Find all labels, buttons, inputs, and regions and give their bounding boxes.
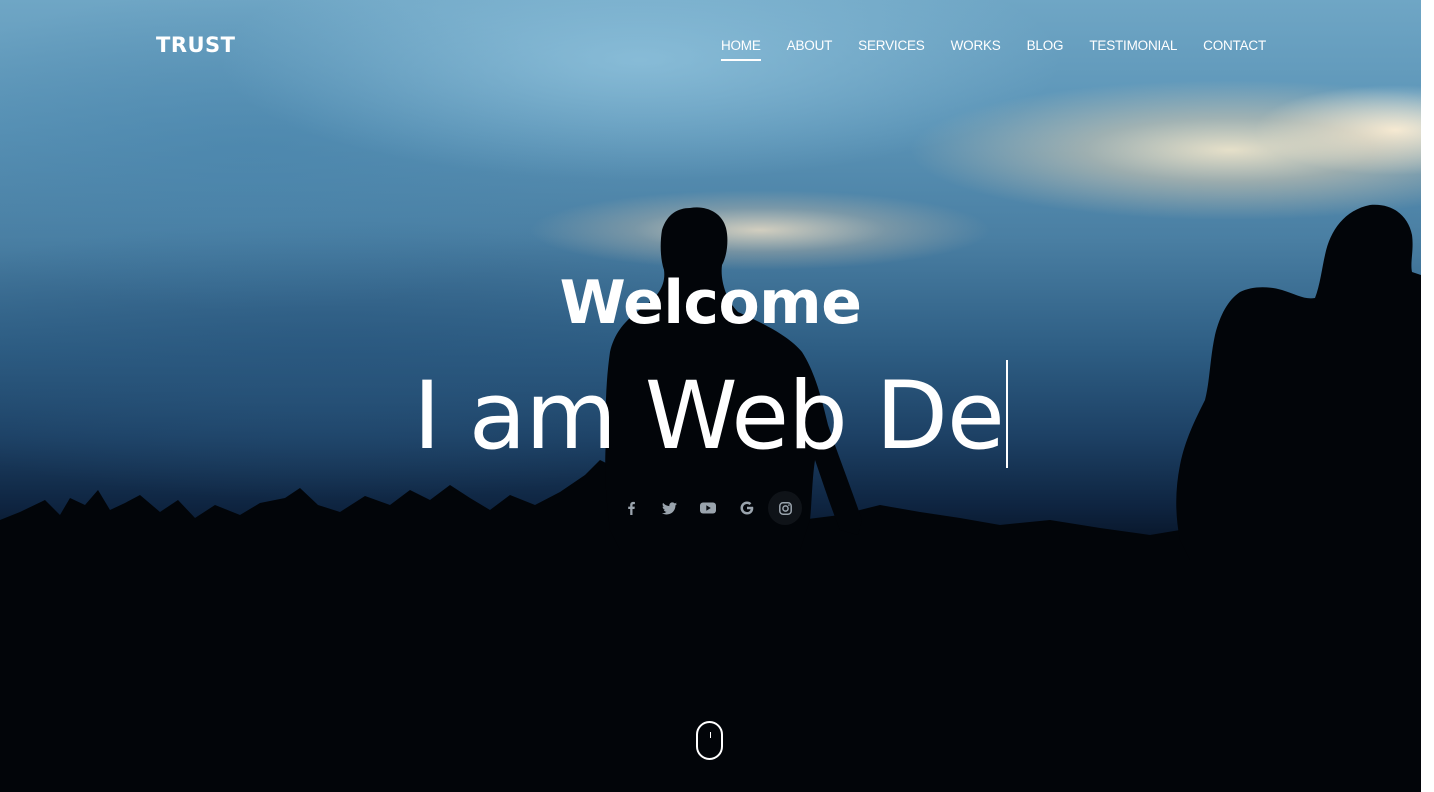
twitter-icon[interactable] (651, 490, 690, 526)
hero-typed-text: I am Web De (413, 362, 1005, 471)
nav-item-home[interactable]: HOME (720, 38, 761, 61)
nav-item-services[interactable]: SERVICES (858, 38, 925, 57)
navbar: TRUST HOME ABOUT SERVICES WORKS BLOG TES… (0, 0, 1421, 90)
hero-section: TRUST HOME ABOUT SERVICES WORKS BLOG TES… (0, 0, 1421, 792)
hero-typed-text-line: I am Web De (0, 360, 1421, 472)
nav-item-about[interactable]: ABOUT (787, 38, 833, 57)
nav-item-works[interactable]: WORKS (951, 38, 1001, 57)
hero-welcome-heading: Welcome (559, 268, 862, 338)
brand-logo[interactable]: TRUST (156, 33, 236, 57)
mouse-scroll-icon[interactable] (696, 721, 723, 760)
instagram-icon[interactable] (768, 491, 802, 525)
google-icon[interactable] (728, 490, 767, 526)
typing-caret (1005, 360, 1008, 468)
youtube-icon[interactable] (689, 490, 728, 526)
nav-item-contact[interactable]: CONTACT (1203, 38, 1266, 57)
main-nav: HOME ABOUT SERVICES WORKS BLOG TESTIMONI… (720, 38, 1266, 61)
nav-item-blog[interactable]: BLOG (1027, 38, 1064, 57)
nav-item-testimonial[interactable]: TESTIMONIAL (1089, 38, 1177, 57)
mouse-wheel (709, 732, 711, 738)
social-links (612, 490, 802, 526)
facebook-icon[interactable] (612, 490, 651, 526)
